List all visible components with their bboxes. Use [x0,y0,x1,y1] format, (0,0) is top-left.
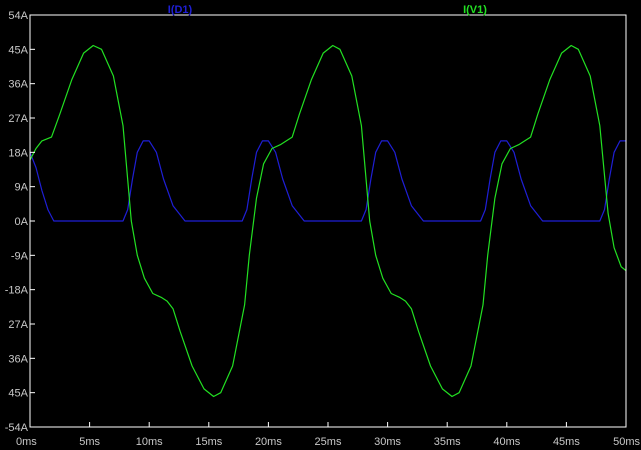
x-tick-label: 10ms [136,436,163,448]
legend-label-id1: I(D1) [168,4,193,16]
x-tick-label: 50ms [613,436,640,448]
y-tick-label: 36A [8,353,28,365]
legend-label-iv1: I(V1) [463,4,487,16]
y-tick-label: -18A [5,285,29,297]
x-tick-label: 35ms [434,436,461,448]
y-tick-label: 45A [8,44,28,56]
y-tick-label: 45A [8,388,28,400]
x-tick-label: 45ms [553,436,580,448]
y-tick-label: 27A [8,113,28,125]
x-tick-label: 40ms [493,436,520,448]
x-tick-label: 20ms [255,436,282,448]
y-tick-label: 54A [8,10,28,22]
y-tick-label: -54A [5,422,29,434]
y-tick-label: 36A [8,79,28,91]
y-tick-label: 27A [8,319,28,331]
waveform-chart: 54A45A36A27A18A9A0A-9A-18A27A36A45A-54A … [5,4,641,448]
x-tick-label: 25ms [315,436,342,448]
y-tick-label: 0A [15,216,29,228]
y-tick-label: 18A [8,147,28,159]
x-tick-label: 0ms [16,436,37,448]
x-tick-label: 5ms [79,436,100,448]
y-tick-label: -9A [11,250,29,262]
x-tick-label: 30ms [374,436,401,448]
y-tick-label: 9A [15,182,29,194]
x-tick-label: 15ms [195,436,222,448]
